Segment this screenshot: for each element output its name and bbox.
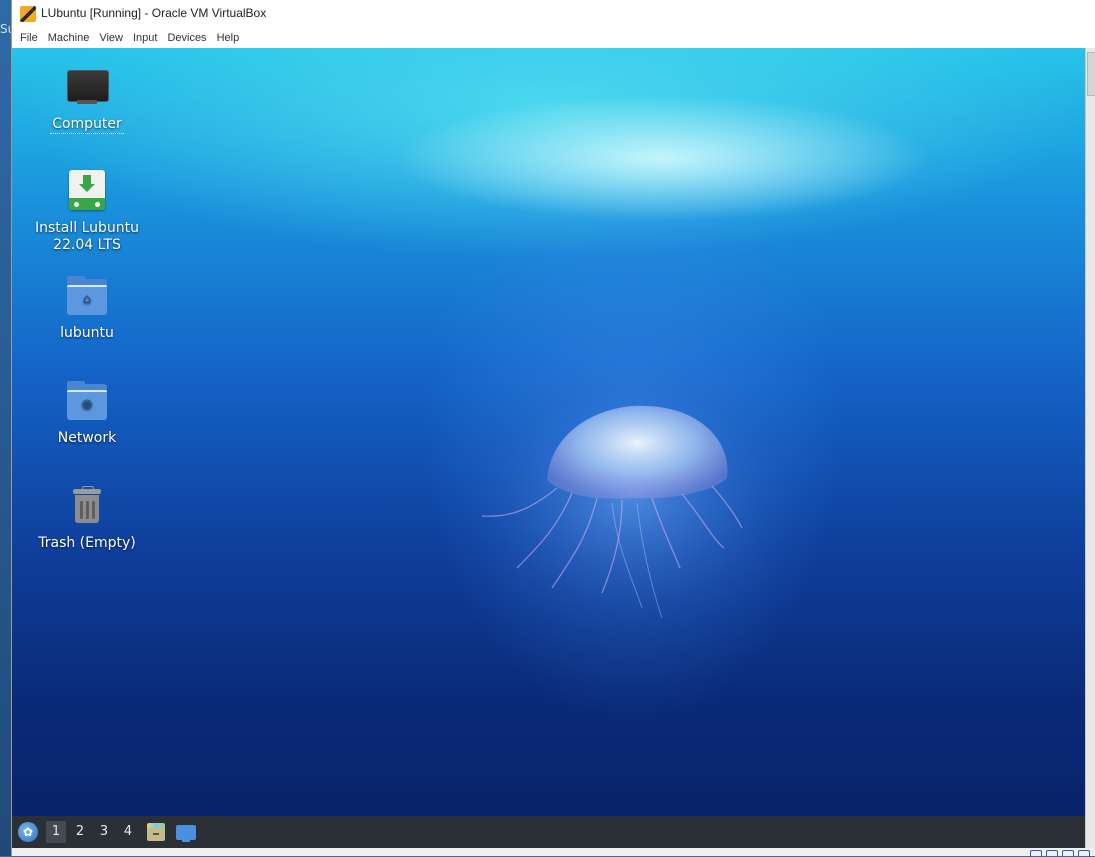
computer-icon	[65, 66, 109, 110]
desktop-icon-lubuntu-home[interactable]: ⌂ lubuntu	[32, 275, 142, 342]
install-icon	[65, 170, 109, 214]
workspace-4[interactable]: 4	[118, 821, 138, 843]
vm-display[interactable]: Computer Install Lubuntu 22.04 LTS ⌂ lub…	[12, 48, 1085, 816]
menu-bar: File Machine View Input Devices Help	[12, 28, 1095, 48]
status-bar	[12, 848, 1095, 856]
desktop-icon-trash[interactable]: Trash (Empty)	[32, 485, 142, 552]
show-desktop-icon[interactable]	[176, 825, 196, 842]
virtualbox-window: LUbuntu [Running] - Oracle VM VirtualBox…	[11, 0, 1095, 857]
menu-help[interactable]: Help	[216, 32, 241, 44]
home-folder-icon: ⌂	[65, 275, 109, 319]
host-desktop-edge: Su	[0, 0, 15, 856]
menu-machine[interactable]: Machine	[47, 32, 91, 44]
menu-input[interactable]: Input	[132, 32, 158, 44]
menu-devices[interactable]: Devices	[166, 32, 207, 44]
scrollbar-handle[interactable]	[1087, 52, 1095, 96]
workspace-3[interactable]: 3	[94, 821, 114, 843]
desktop-icon-label: lubuntu	[60, 325, 114, 341]
desktop-icon-label: Computer	[50, 116, 124, 134]
desktop-icon-label: Install Lubuntu 22.04 LTS	[34, 220, 139, 253]
title-bar[interactable]: LUbuntu [Running] - Oracle VM VirtualBox	[12, 0, 1095, 28]
trash-icon	[65, 485, 109, 529]
window-title: LUbuntu [Running] - Oracle VM VirtualBox	[41, 6, 267, 20]
menu-view[interactable]: View	[98, 32, 124, 44]
menu-file[interactable]: File	[19, 32, 39, 44]
network-folder-icon: ◉	[65, 380, 109, 424]
lxqt-panel: ✿ 1 2 3 4	[12, 816, 1085, 848]
desktop-icon-label: Trash (Empty)	[38, 535, 136, 551]
jellyfish-wallpaper-art	[462, 358, 802, 638]
desktop-icon-network[interactable]: ◉ Network	[32, 380, 142, 447]
workspace-2[interactable]: 2	[70, 821, 90, 843]
desktop-icon-install-lubuntu[interactable]: Install Lubuntu 22.04 LTS	[32, 170, 142, 254]
desktop-icon-label: Network	[57, 430, 117, 446]
file-manager-icon[interactable]	[147, 823, 165, 841]
window-right-border	[1085, 48, 1095, 856]
desktop-icon-computer[interactable]: Computer	[32, 66, 142, 134]
workspace-1[interactable]: 1	[46, 821, 66, 843]
virtualbox-icon	[20, 6, 36, 22]
start-menu-icon[interactable]: ✿	[18, 822, 38, 842]
